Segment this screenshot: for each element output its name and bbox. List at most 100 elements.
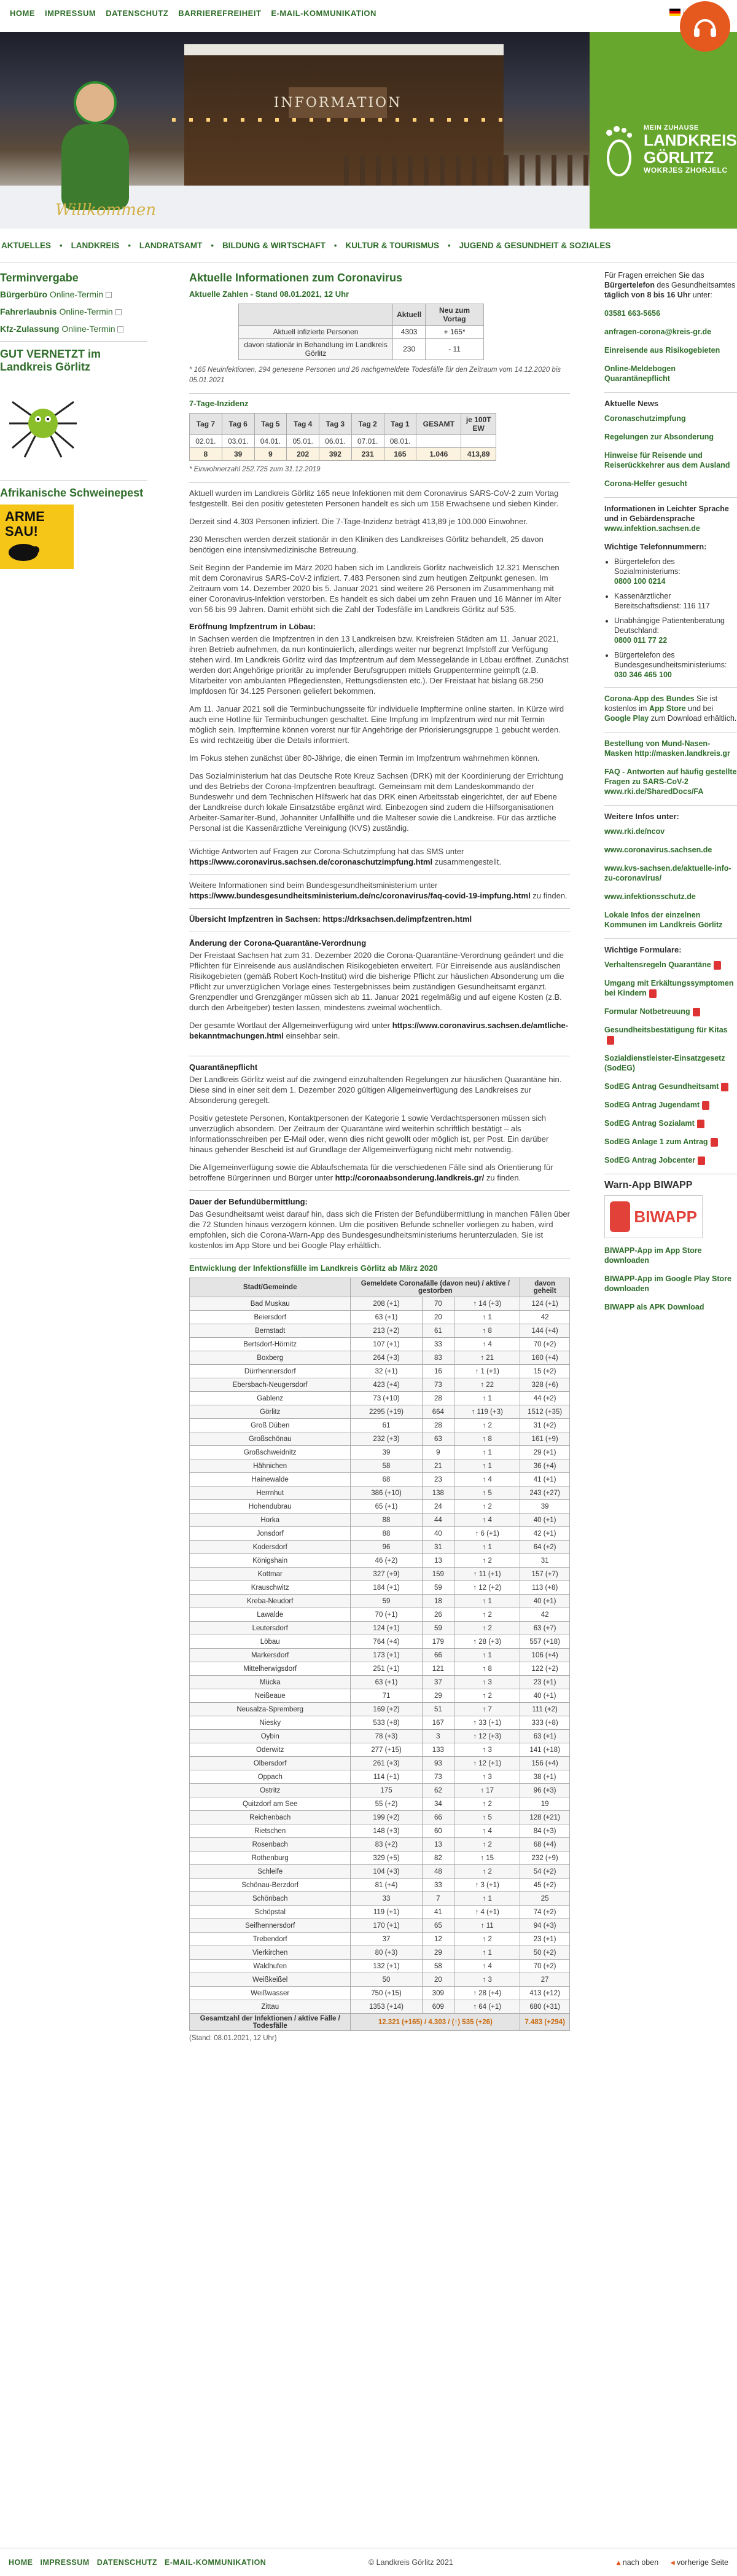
asp-heading[interactable]: Afrikanische Schweinepest (0, 487, 147, 500)
main-nav-landkreis[interactable]: LANDKREIS (71, 241, 120, 250)
form-link[interactable]: SodEG Antrag Jugendamt (604, 1101, 700, 1109)
termin-fahrerlaubnis[interactable]: Fahrerlaubnis Online-Termin (0, 307, 147, 316)
news-link[interactable]: Coronaschutzimpfung (604, 414, 686, 423)
table-cell: ↑ 1 (454, 1391, 521, 1405)
table-cell: 68 (+4) (520, 1837, 570, 1852)
main-nav-bildung[interactable]: BILDUNG & WIRTSCHAFT (222, 241, 326, 250)
table-cell: 12 (421, 1932, 455, 1946)
table-cell: 40 (421, 1526, 455, 1541)
bmg-faq-link[interactable]: https://www.bundesgesundheitsministerium… (189, 891, 531, 900)
news-link[interactable]: Corona-Helfer gesucht (604, 479, 687, 488)
table-row: Weißkeißel 50 20 ↑ 3 27 (189, 1973, 570, 1987)
form-link[interactable]: SodEG Antrag Jobcenter (604, 1156, 695, 1164)
table-cell: Seifhennersdorf (189, 1918, 351, 1933)
absonderung-link[interactable]: http://coronaabsonderung.landkreis.gr/ (335, 1173, 485, 1182)
leichte-sprache-link[interactable]: www.infektion.sachsen.de (604, 524, 700, 533)
table-cell: 70 (+2) (520, 1337, 570, 1351)
table-cell: 148 (+3) (350, 1824, 423, 1838)
main-nav-aktuelles[interactable]: AKTUELLES (1, 241, 51, 250)
footprint-logo-icon (606, 126, 632, 176)
table-cell: 1353 (+14) (350, 2000, 423, 2014)
table-cell (416, 434, 462, 448)
top-nav-impressum[interactable]: IMPRESSUM (45, 9, 96, 18)
table-row: Olbersdorf 261 (+3) 93 ↑ 12 (+1) 156 (+4) (189, 1756, 570, 1770)
info-link[interactable]: www.coronavirus.sachsen.de (604, 846, 712, 854)
col-head: Gemeldete Coronafälle (davon neu) / akti… (350, 1278, 521, 1297)
info-link[interactable]: www.infektionsschutz.de (604, 892, 696, 901)
spider-mascot-icon[interactable] (6, 383, 80, 463)
table-row: Hohendubrau 65 (+1) 24 ↑ 2 39 (189, 1499, 570, 1514)
form-link[interactable]: Verhaltensregeln Quarantäne (604, 960, 711, 969)
biwapp-link[interactable]: BIWAPP als APK Download (604, 1303, 704, 1311)
form-link[interactable]: Sozialdienstleister-Einsatzgesetz (SodEG… (604, 1054, 725, 1072)
info-link[interactable]: www.rki.de/ncov (604, 827, 665, 836)
news-link[interactable]: Regelungen zur Absonderung (604, 433, 714, 441)
listen-headphones-icon[interactable] (680, 1, 730, 52)
table-cell: 04.01. (254, 434, 287, 448)
table-cell: Horka (189, 1513, 351, 1527)
phone-link[interactable]: 03581 663-5656 (604, 309, 660, 318)
back-button[interactable]: ◂ vorherige Seite (671, 2558, 728, 2567)
table-cell: 02.01. (189, 434, 222, 448)
main-nav-kultur[interactable]: KULTUR & TOURISMUS (345, 241, 439, 250)
top-nav-home[interactable]: HOME (10, 9, 35, 18)
risk-areas-link[interactable]: Einreisende aus Risikogebieten (604, 346, 720, 355)
biwapp-link[interactable]: BIWAPP-App im Google Play Store download… (604, 1274, 731, 1293)
table-cell: 33 (421, 1878, 455, 1892)
sms-faq-link[interactable]: https://www.coronavirus.sachsen.de/coron… (189, 857, 432, 866)
table-cell: 184 (+1) (350, 1581, 423, 1595)
flag-de-icon[interactable] (669, 9, 680, 16)
main-nav-landratsamt[interactable]: LANDRATSAMT (139, 241, 202, 250)
form-link[interactable]: SodEG Antrag Gesundheitsamt (604, 1082, 719, 1091)
impfzentren-link[interactable]: Übersicht Impfzentren in Sachsen: https:… (189, 914, 570, 924)
table-cell: 96 (350, 1540, 423, 1554)
table-cell: 261 (+3) (350, 1756, 423, 1770)
table-cell: Schleife (189, 1864, 351, 1879)
form-link[interactable]: Formular Notbetreuung (604, 1007, 690, 1016)
footer-datenschutz[interactable]: DATENSCHUTZ (97, 2558, 157, 2567)
app-store-link[interactable]: App Store (649, 704, 686, 713)
form-link[interactable]: Umgang mit Erkältungssymptomen bei Kinde… (604, 979, 733, 997)
pdf-icon (721, 1082, 729, 1091)
meldebogen-link[interactable]: Online-Meldebogen Quarantänepflicht (604, 364, 676, 383)
masks-link[interactable]: Bestellung von Mund-Nasen-Masken http://… (604, 739, 730, 758)
footer-home[interactable]: HOME (9, 2558, 33, 2567)
form-link[interactable]: Gesundheitsbestätigung für Kitas (604, 1026, 728, 1034)
top-nav-email[interactable]: E-MAIL-KOMMUNIKATION (271, 9, 376, 18)
top-nav-datenschutz[interactable]: DATENSCHUTZ (106, 9, 168, 18)
form-link[interactable]: SodEG Anlage 1 zum Antrag (604, 1137, 708, 1146)
external-link-icon (117, 326, 124, 333)
table-cell: ↑ 12 (+2) (454, 1581, 521, 1595)
footer-impressum[interactable]: IMPRESSUM (41, 2558, 90, 2567)
paragraph: Im Fokus stehen zunächst über 80-Jährige… (189, 753, 540, 763)
table-cell: Großschönau (189, 1432, 351, 1446)
info-link[interactable]: Lokale Infos der einzelnen Kommunen im L… (604, 911, 722, 929)
vernetzt-heading[interactable]: GUT VERNETZT im Landkreis Görlitz (0, 348, 147, 374)
col-head: Aktuell (392, 304, 426, 326)
table-cell: 277 (+15) (350, 1743, 423, 1757)
form-link[interactable]: SodEG Antrag Sozialamt (604, 1119, 695, 1128)
mail-link[interactable]: anfragen-corona@kreis-gr.de (604, 328, 711, 336)
arme-sau-poster[interactable]: ARME SAU! (0, 505, 74, 569)
google-play-link[interactable]: Google Play (604, 714, 649, 723)
scroll-top-button[interactable]: ▴ nach oben (617, 2558, 658, 2567)
warn-app-heading: Warn-App BIWAPP (604, 1180, 693, 1190)
top-nav-barrierefreiheit[interactable]: BARRIEREFREIHEIT (178, 9, 261, 18)
table-cell: 59 (421, 1581, 455, 1595)
table-cell: 231 (351, 447, 384, 461)
table-cell: Gablenz (189, 1391, 351, 1405)
left-sidebar: Terminvergabe Bürgerbüro Online-Termin F… (0, 263, 147, 569)
faq-link[interactable]: FAQ - Antworten auf häufig gestellte Fra… (604, 768, 737, 796)
paragraph: Seit Beginn der Pandemie im März 2020 ha… (189, 563, 561, 614)
footer-email[interactable]: E-MAIL-KOMMUNIKATION (165, 2558, 266, 2567)
news-link[interactable]: Hinweise für Reisende und Reiserückkehre… (604, 451, 730, 469)
table-cell: ↑ 1 (454, 1540, 521, 1554)
biwapp-logo[interactable]: BIWAPP (604, 1195, 703, 1238)
brand-panel[interactable]: MEIN ZUHAUSE LANDKREIS GÖRLITZ WOKRJES Z… (590, 32, 737, 229)
termin-kfz[interactable]: Kfz-Zulassung Online-Termin (0, 324, 147, 334)
info-link[interactable]: www.kvs-sachsen.de/aktuelle-info-zu-coro… (604, 864, 731, 882)
termin-buergerbuero[interactable]: Bürgerbüro Online-Termin (0, 289, 147, 299)
table-cell: 124 (+1) (350, 1621, 423, 1635)
main-nav-jugend[interactable]: JUGEND & GESUNDHEIT & SOZIALES (459, 241, 611, 250)
biwapp-link[interactable]: BIWAPP-App im App Store downloaden (604, 1246, 702, 1265)
